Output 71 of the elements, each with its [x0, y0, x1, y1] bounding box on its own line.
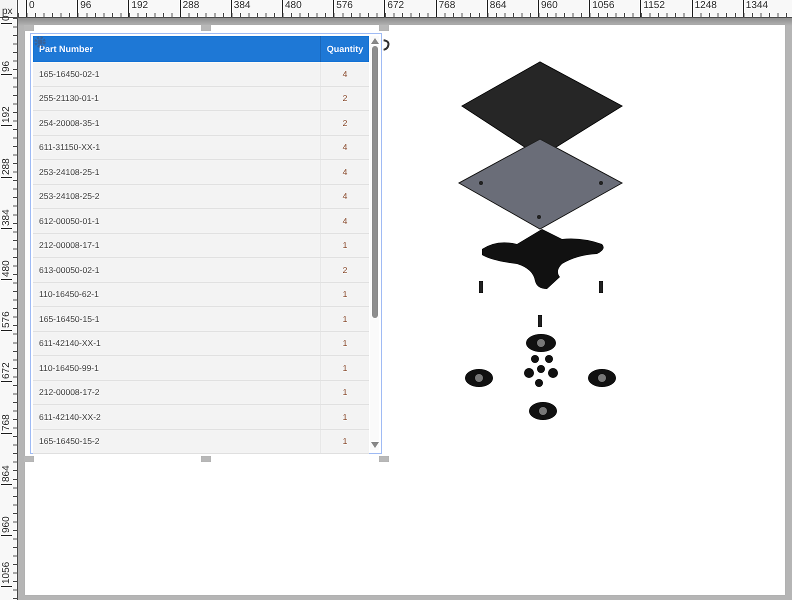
ruler-label: 192 — [128, 0, 148, 17]
table-cell-text: 611-42140-XX-2 — [38, 410, 102, 424]
table-cell-text: 254-20008-35-1 — [38, 116, 100, 130]
ruler-label: 96 — [77, 0, 92, 17]
resize-handle[interactable] — [24, 456, 34, 462]
ruler-label: 1248 — [692, 0, 717, 17]
ruler-label: 864 — [486, 0, 506, 17]
ruler-label: 384 — [230, 0, 250, 17]
table-cell: 1 — [320, 234, 369, 257]
table-cell: 1 — [320, 307, 369, 330]
table-cell: 4 — [320, 62, 369, 86]
table-cell-text: 165-16450-15-2 — [38, 435, 100, 448]
ruler-label: 1056 — [1, 562, 12, 588]
table-cell-text: 611-31150-XX-1 — [38, 141, 102, 154]
ruler-label: 480 — [282, 0, 302, 17]
table-cell: 1 — [320, 282, 369, 306]
ruler-label: 288 — [180, 0, 200, 17]
table-cell: 4 — [320, 209, 369, 232]
ruler-label: 576 — [333, 0, 353, 17]
ruler-label: 96 — [1, 61, 12, 76]
scrollbar[interactable] — [370, 36, 379, 450]
table-cell: 2 — [320, 86, 369, 110]
ruler-label: 1344 — [742, 0, 768, 17]
ruler-label: 192 — [1, 106, 12, 126]
ruler-label: 0 — [26, 0, 35, 17]
table-cell: 1 — [320, 405, 369, 428]
table-cell-text: 255-21130-01-1 — [38, 92, 100, 106]
table-cell: 1 — [320, 332, 369, 355]
rotate-icon[interactable] — [382, 37, 390, 53]
resize-handle[interactable] — [201, 456, 211, 462]
column-header[interactable]: Part Number — [33, 36, 320, 62]
table-cell: 1 — [320, 356, 369, 380]
table-widget[interactable] — [30, 33, 382, 454]
table-cell-text: 110-16450-62-1 — [38, 288, 100, 302]
table-cell-text: 165-16450-15-1 — [38, 312, 100, 326]
table-cell-text: 611-42140-XX-1 — [38, 337, 102, 350]
scroll-down-icon[interactable] — [370, 442, 378, 448]
table-cell: 2 — [320, 111, 369, 134]
table-cell: 4 — [320, 160, 369, 184]
table-cell-text: 253-24108-25-2 — [38, 190, 100, 204]
ruler-label: 576 — [1, 312, 12, 332]
ruler-label: 1152 — [640, 0, 665, 17]
ruler-label: 288 — [1, 158, 12, 178]
resize-handle[interactable] — [379, 25, 389, 31]
ruler-label: 384 — [1, 209, 12, 229]
table-cell: 1 — [320, 430, 369, 453]
resize-handle[interactable] — [24, 25, 34, 31]
ruler-label: 672 — [384, 0, 404, 17]
table-cell: 4 — [320, 184, 369, 208]
ruler-label: 480 — [1, 260, 12, 280]
scroll-up-icon[interactable] — [370, 38, 378, 44]
table-cell-text: 110-16450-99-1 — [38, 362, 100, 375]
table-cell: 2 — [320, 258, 369, 282]
table-cell-text: 212-00008-17-1 — [38, 239, 100, 252]
table-cell-text: 253-24108-25-1 — [38, 166, 100, 179]
table-cell-text: 612-00050-01-1 — [38, 214, 100, 228]
table-cell: 1 — [320, 380, 369, 404]
ruler-label: 0 — [1, 15, 12, 24]
ruler-label: 960 — [1, 516, 12, 536]
table-cell-text: 613-00050-02-1 — [38, 264, 100, 277]
ruler-label: 672 — [1, 362, 12, 382]
ruler-label: 1056 — [589, 0, 614, 17]
resize-handle[interactable] — [379, 456, 389, 462]
table-cell: 4 — [320, 136, 369, 159]
table-cell-text: 165-16450-02-1 — [38, 68, 100, 81]
ruler-label: 960 — [538, 0, 558, 17]
resize-handle[interactable] — [201, 25, 211, 31]
ruler-label: 768 — [436, 0, 456, 17]
ruler-label: 768 — [1, 414, 12, 434]
table-cell-text: 212-00008-17-2 — [38, 386, 100, 400]
ruler-label: 864 — [1, 465, 12, 485]
